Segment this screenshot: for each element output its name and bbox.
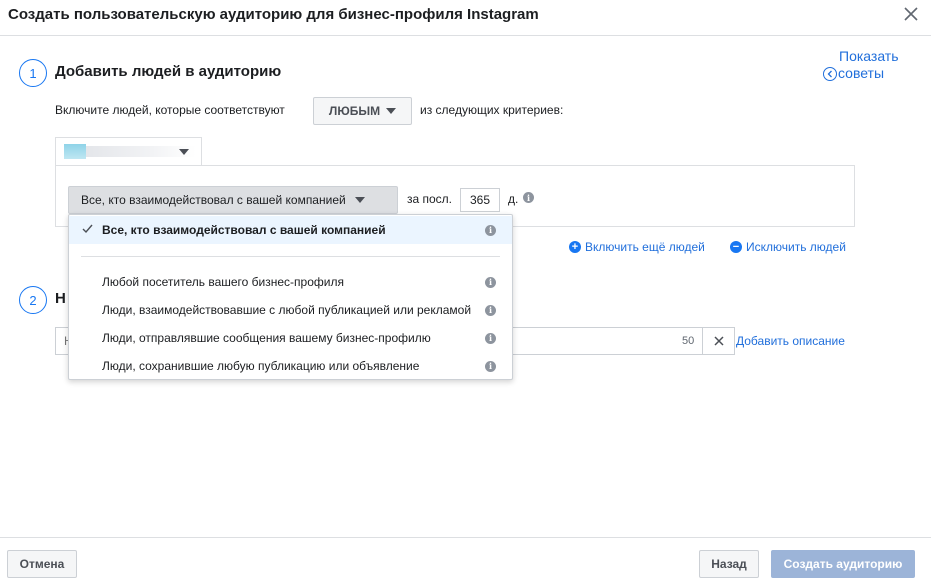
include-more-label: Включить ещё людей — [585, 240, 705, 254]
info-icon[interactable]: i — [485, 276, 496, 288]
caret-down-icon — [179, 149, 189, 155]
info-icon[interactable]: i — [485, 332, 496, 344]
period-label: за посл. — [407, 192, 453, 206]
menu-item-2[interactable]: Люди, взаимодействовавшие с любой публик… — [69, 296, 512, 324]
menu-item-label: Люди, сохранившие любую публикацию или о… — [102, 359, 420, 373]
clear-button[interactable] — [702, 327, 735, 355]
menu-item-label: Люди, взаимодействовавшие с любой публик… — [102, 303, 472, 317]
include-suffix-text: из следующих критериев: — [420, 103, 564, 117]
minus-circle-icon: − — [730, 241, 742, 253]
include-more-link[interactable]: + Включить ещё людей — [569, 240, 705, 254]
menu-item-1[interactable]: Любой посетитель вашего бизнес-профиля i — [69, 268, 512, 296]
menu-item-4[interactable]: Люди, сохранившие любую публикацию или о… — [69, 352, 512, 380]
step-number-2: 2 — [19, 286, 47, 314]
menu-item-0[interactable]: Все, кто взаимодействовал с вашей компан… — [69, 216, 512, 244]
create-audience-button[interactable]: Создать аудиторию — [771, 550, 915, 578]
days-input[interactable] — [460, 188, 500, 212]
caret-down-icon — [354, 197, 365, 203]
info-icon[interactable]: i — [485, 304, 496, 316]
info-icon[interactable]: i — [485, 224, 496, 236]
show-tips-label-2: советы — [838, 65, 885, 81]
show-tips-label-1: Показать — [839, 48, 899, 64]
close-icon — [714, 336, 724, 346]
plus-circle-icon: + — [569, 241, 581, 253]
event-type-dropdown[interactable]: Все, кто взаимодействовал с вашей компан… — [68, 186, 398, 214]
menu-item-label: Любой посетитель вашего бизнес-профиля — [102, 275, 344, 289]
exclude-link[interactable]: − Исключить людей — [730, 240, 846, 254]
menu-item-label: Все, кто взаимодействовал с вашей компан… — [102, 223, 386, 237]
menu-divider — [81, 256, 500, 257]
exclude-label: Исключить людей — [746, 240, 846, 254]
match-type-dropdown[interactable]: ЛЮБЫМ — [313, 97, 412, 125]
add-description-link[interactable]: Добавить описание — [736, 334, 845, 348]
close-icon[interactable] — [902, 5, 920, 23]
menu-item-label: Люди, отправлявшие сообщения вашему бизн… — [102, 331, 431, 345]
step2-title: Н — [55, 290, 66, 307]
event-type-menu: Все, кто взаимодействовал с вашей компан… — [68, 214, 513, 380]
include-prefix-text: Включите людей, которые соответствуют — [55, 103, 285, 117]
account-avatar — [64, 144, 86, 159]
days-unit: д. — [508, 192, 519, 206]
chevron-left-icon — [823, 66, 837, 81]
back-button[interactable]: Назад — [699, 550, 759, 578]
dialog-header: Создать пользовательскую аудиторию для б… — [0, 0, 931, 36]
info-icon[interactable]: i — [523, 192, 534, 203]
step-number-1: 1 — [19, 59, 47, 87]
dialog-title: Создать пользовательскую аудиторию для б… — [8, 6, 539, 23]
cancel-button[interactable]: Отмена — [7, 550, 77, 578]
account-selector[interactable] — [55, 137, 202, 165]
caret-down-icon — [386, 108, 397, 114]
step1-title: Добавить людей в аудиторию — [55, 63, 282, 80]
dialog-footer: Отмена Назад Создать аудиторию — [0, 537, 931, 583]
event-type-value: Все, кто взаимодействовал с вашей компан… — [81, 193, 346, 207]
match-type-value: ЛЮБЫМ — [328, 104, 381, 118]
add-description-label: Добавить описание — [736, 334, 845, 348]
menu-item-3[interactable]: Люди, отправлявшие сообщения вашему бизн… — [69, 324, 512, 352]
info-icon[interactable]: i — [485, 360, 496, 372]
char-counter: 50 — [682, 335, 695, 347]
checkmark-icon — [82, 224, 93, 234]
